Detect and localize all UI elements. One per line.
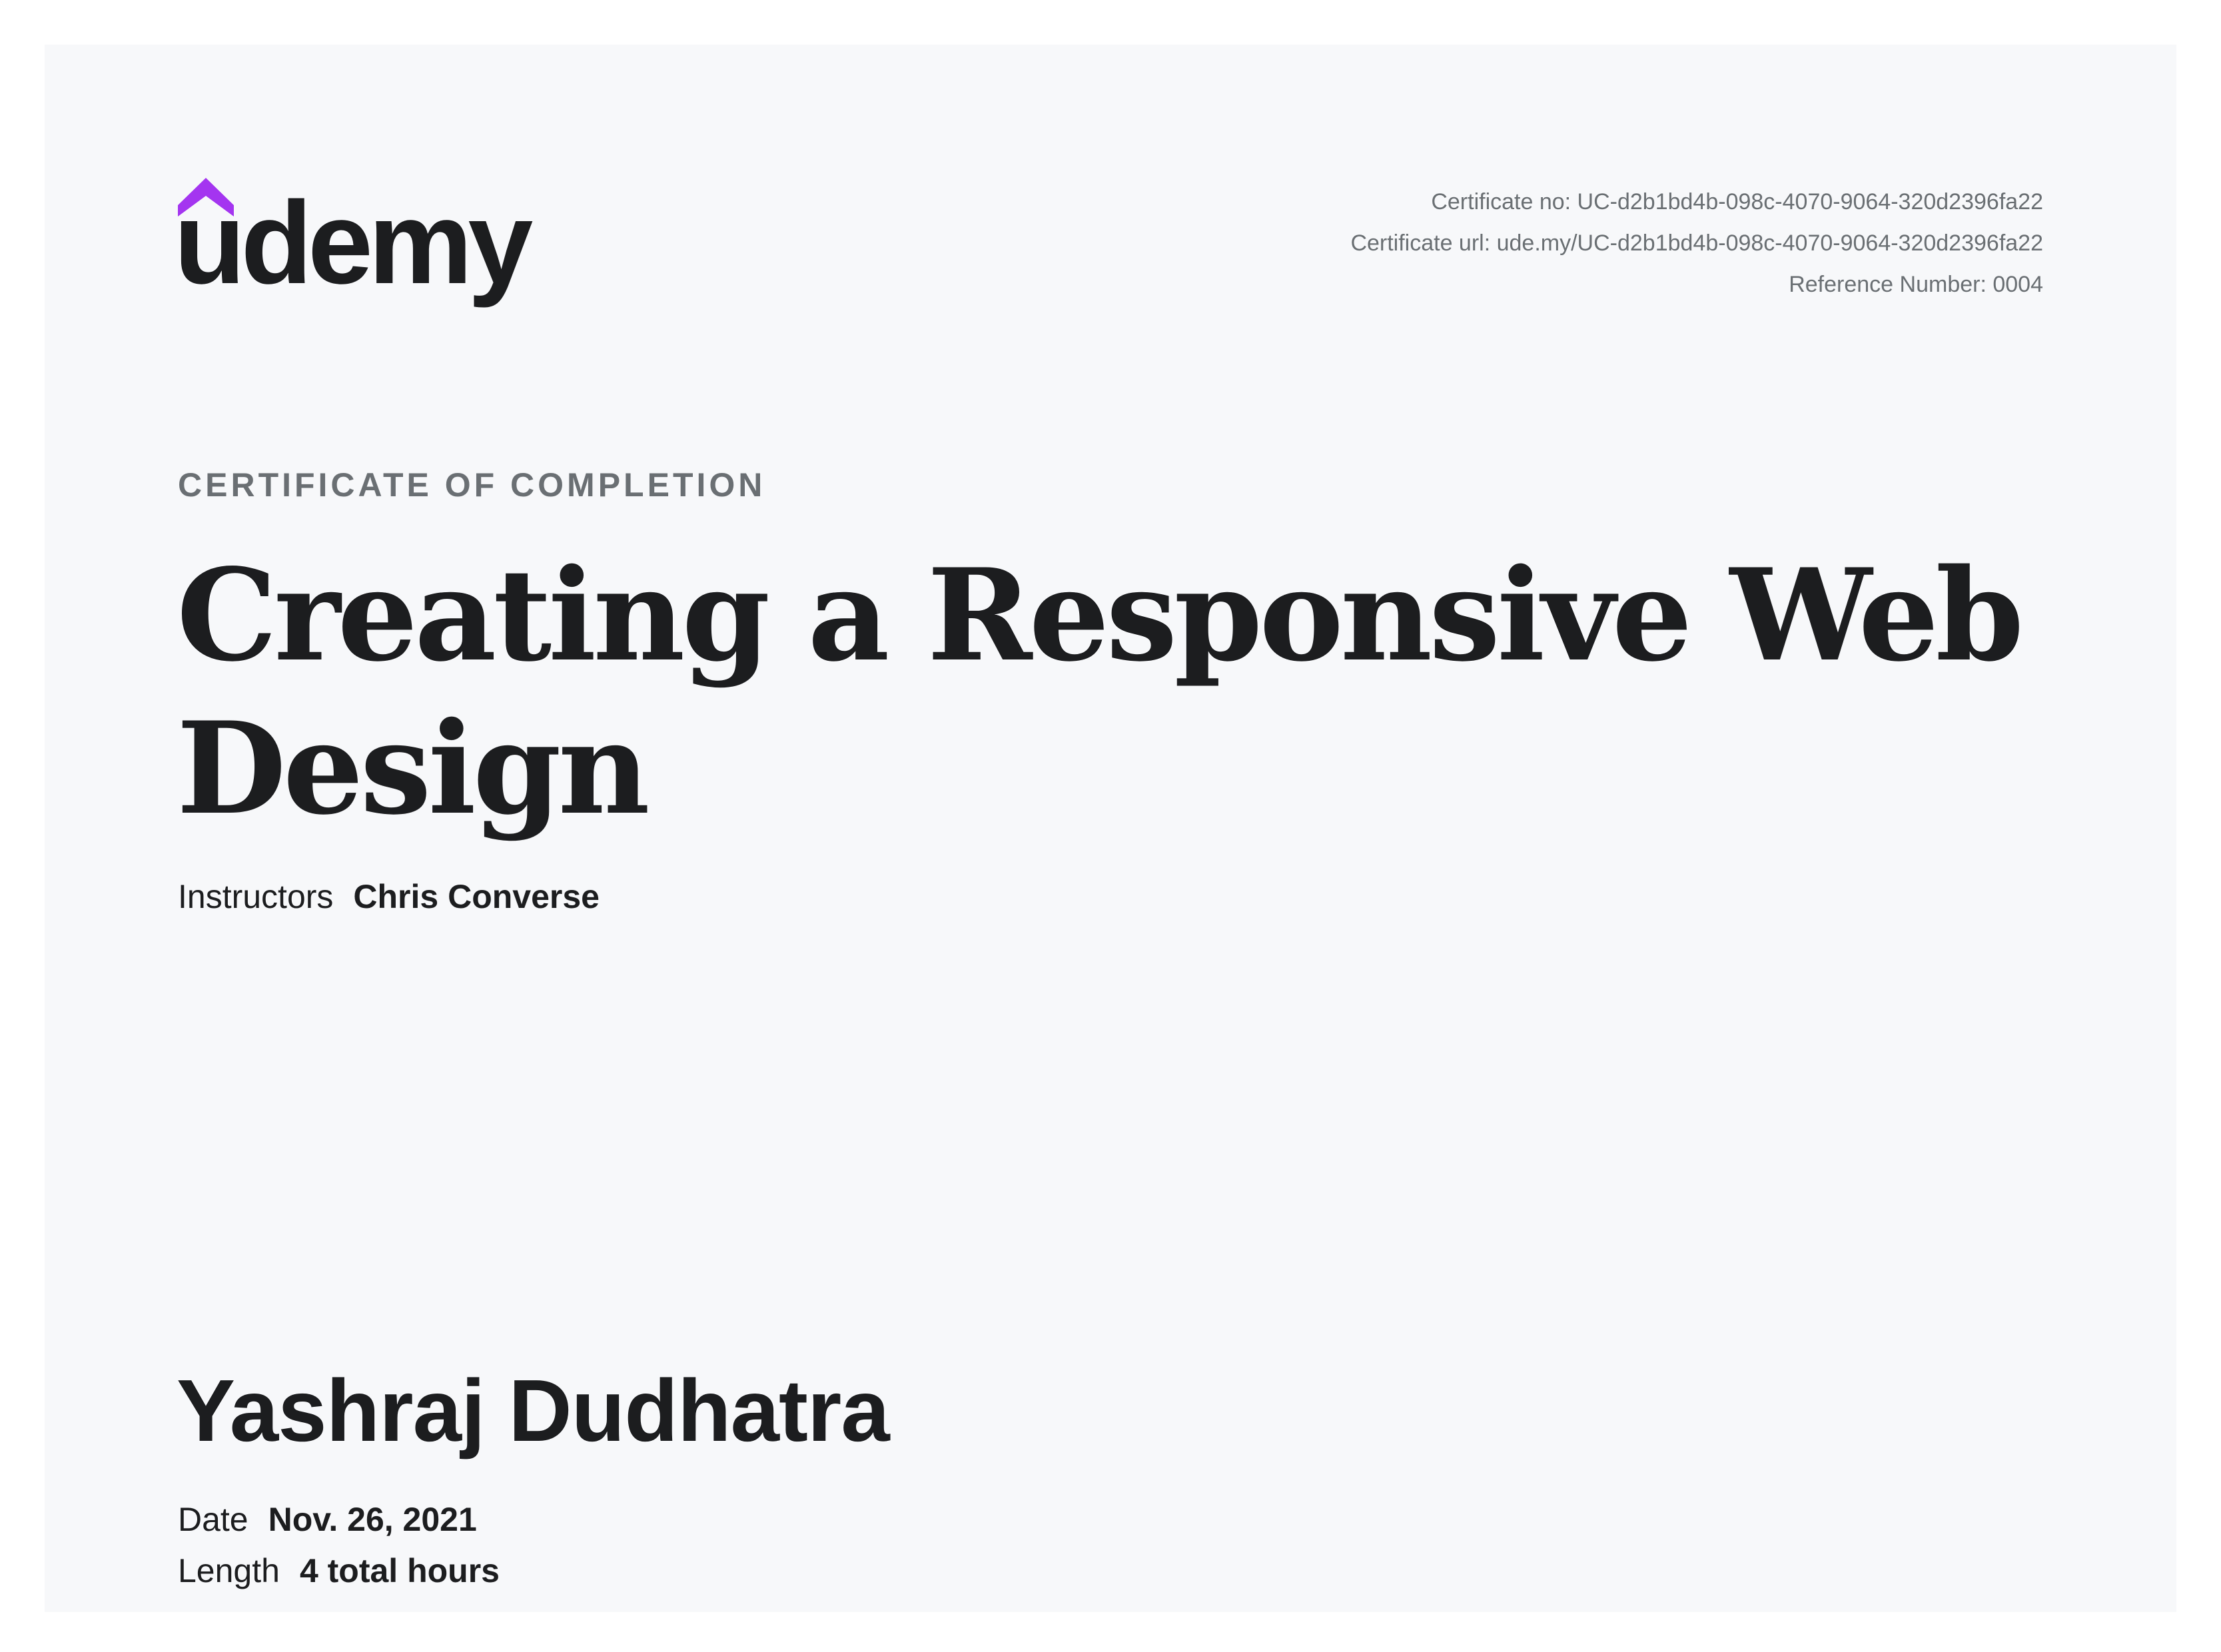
certificate-meta: Certificate no: UC-d2b1bd4b-098c-4070-90… <box>1350 181 2043 305</box>
length-label: Length <box>178 1552 280 1589</box>
certificate-number: Certificate no: UC-d2b1bd4b-098c-4070-90… <box>1431 189 2043 214</box>
udemy-logo: udemy <box>178 178 537 308</box>
length-line: Length 4 total hours <box>178 1551 500 1590</box>
instructor-name: Chris Converse <box>353 878 600 915</box>
date-line: Date Nov. 26, 2021 <box>178 1500 477 1539</box>
certificate-kicker: CERTIFICATE OF COMPLETION <box>178 466 766 504</box>
course-title: Creating a Responsive Web Design <box>177 541 2024 843</box>
date-value: Nov. 26, 2021 <box>268 1501 477 1538</box>
instructors-label: Instructors <box>178 878 334 915</box>
date-label: Date <box>178 1501 248 1538</box>
logo-wordmark: udemy <box>178 178 532 308</box>
length-value: 4 total hours <box>299 1552 500 1589</box>
certificate-panel: udemy Certificate no: UC-d2b1bd4b-098c-4… <box>45 45 2176 1612</box>
certificate-url: Certificate url: ude.my/UC-d2b1bd4b-098c… <box>1350 230 2043 256</box>
reference-number: Reference Number: 0004 <box>1789 272 2043 297</box>
instructors-line: Instructors Chris Converse <box>178 877 600 916</box>
recipient-name: Yashraj Dudhatra <box>177 1362 890 1459</box>
